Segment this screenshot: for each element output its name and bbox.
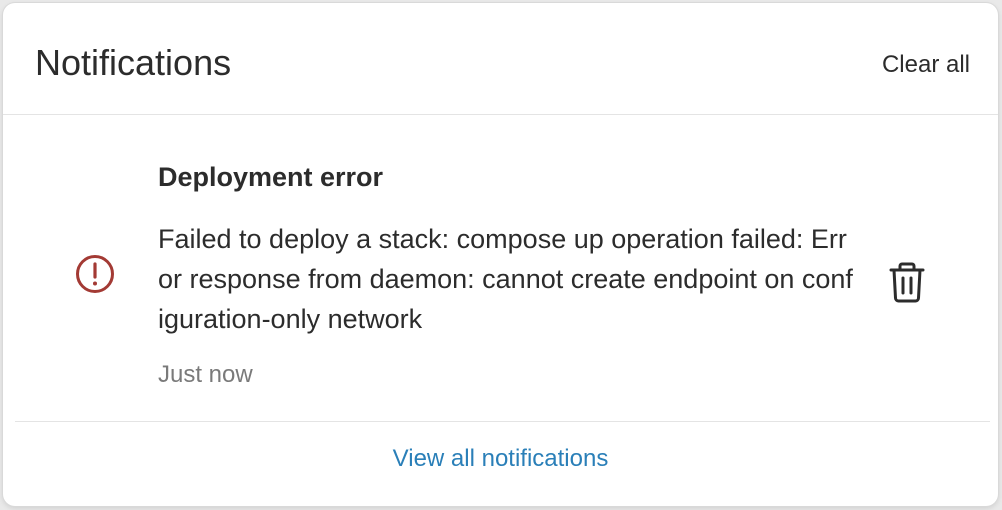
clear-all-button[interactable]: Clear all [882,51,970,79]
notification-time: Just now [158,361,253,388]
error-circle-icon [76,255,114,293]
panel-title: Notifications [35,42,232,83]
notifications-panel: Notifications Clear all Deployment error… [3,3,998,506]
notification-item: Deployment error Failed to deploy a stac… [15,115,990,422]
notification-message: Failed to deploy a stack: compose up ope… [158,224,853,334]
notification-title: Deployment error [158,162,384,192]
notifications-header: Notifications Clear all [3,3,998,115]
trash-icon[interactable] [887,261,927,303]
view-all-notifications-link[interactable]: View all notifications [3,445,998,473]
